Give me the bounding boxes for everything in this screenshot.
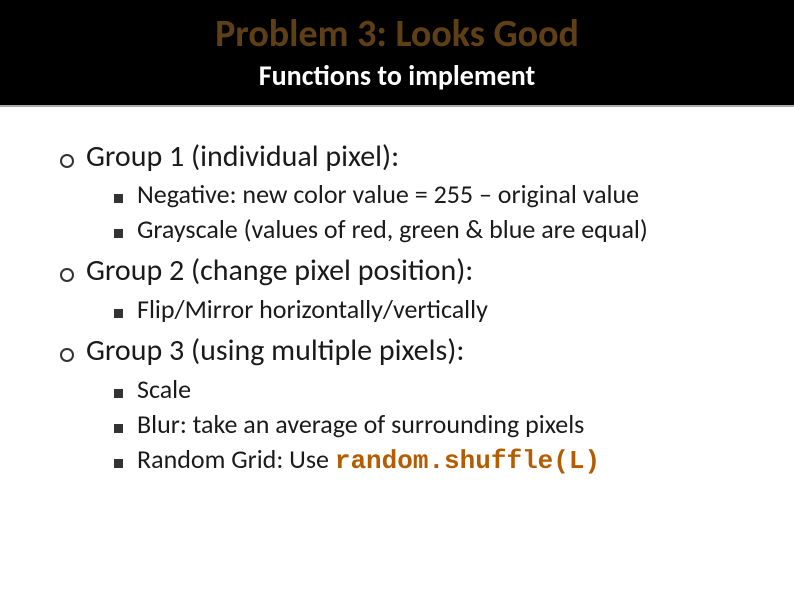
list-item-text: Blur: take an average of surrounding pix… (137, 407, 584, 442)
group-heading: Group 1 (individual pixel): (60, 137, 754, 178)
ring-bullet-icon (60, 154, 74, 168)
square-bullet-icon (114, 424, 123, 433)
slide-content: Group 1 (individual pixel): Negative: ne… (0, 107, 794, 479)
slide-subtitle: Functions to implement (0, 58, 794, 93)
group-1: Group 1 (individual pixel): Negative: ne… (60, 137, 754, 248)
list-item: Negative: new color value = 255 – origin… (114, 177, 754, 212)
list-item: Flip/Mirror horizontally/vertically (114, 292, 754, 327)
code-snippet: random.shuffle(L) (335, 446, 600, 476)
group-heading-text: Group 3 (using multiple pixels): (86, 331, 464, 372)
ring-bullet-icon (60, 268, 74, 282)
group-heading: Group 2 (change pixel position): (60, 251, 754, 292)
slide-title: Problem 3: Looks Good (0, 14, 794, 56)
list-item: Grayscale (values of red, green & blue a… (114, 212, 754, 247)
square-bullet-icon (114, 229, 123, 238)
group-2: Group 2 (change pixel position): Flip/Mi… (60, 251, 754, 327)
group-3: Group 3 (using multiple pixels): Scale B… (60, 331, 754, 479)
square-bullet-icon (114, 459, 123, 468)
list-item-text: Scale (137, 372, 191, 407)
list-item: Random Grid: Use random.shuffle(L) (114, 442, 754, 479)
group-heading-text: Group 1 (individual pixel): (86, 137, 399, 178)
list-item-text: Negative: new color value = 255 – origin… (137, 177, 639, 212)
list-item-text: Flip/Mirror horizontally/vertically (137, 292, 488, 327)
square-bullet-icon (114, 389, 123, 398)
group-heading-text: Group 2 (change pixel position): (86, 251, 473, 292)
list-item-prefix: Random Grid: Use (137, 443, 335, 475)
list-item: Blur: take an average of surrounding pix… (114, 407, 754, 442)
list-item-text: Random Grid: Use random.shuffle(L) (137, 442, 600, 479)
slide-header: Problem 3: Looks Good Functions to imple… (0, 0, 794, 107)
square-bullet-icon (114, 309, 123, 318)
ring-bullet-icon (60, 348, 74, 362)
list-item-text: Grayscale (values of red, green & blue a… (137, 212, 648, 247)
square-bullet-icon (114, 194, 123, 203)
group-heading: Group 3 (using multiple pixels): (60, 331, 754, 372)
list-item: Scale (114, 372, 754, 407)
